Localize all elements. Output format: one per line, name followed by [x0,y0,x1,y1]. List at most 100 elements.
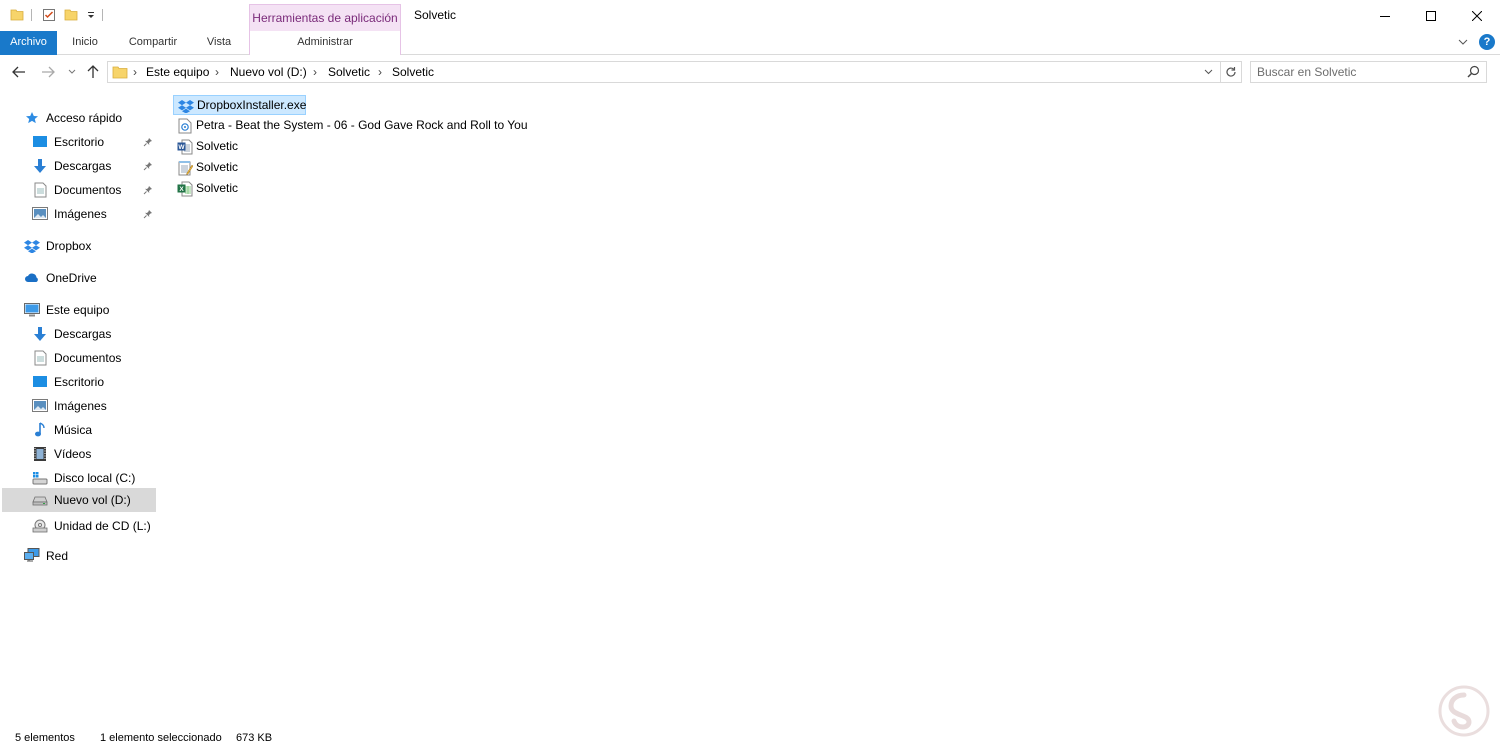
sidebar-item-label: Escritorio [54,134,105,149]
file-item-solvetic-excel[interactable]: X Solvetic [173,179,243,199]
forward-arrow-icon[interactable] [39,63,57,81]
breadcrumb-solvetic-current[interactable]: Solvetic [392,65,434,79]
recent-locations-chevron-icon[interactable] [63,63,81,81]
search-input[interactable] [1257,64,1457,80]
sidebar-item-este-equipo[interactable]: Este equipo [2,298,156,321]
pin-icon [142,184,154,196]
title-bar: Herramientas de aplicación Solvetic [0,0,1500,31]
cd-drive-icon [32,518,48,534]
sidebar-item-videos[interactable]: Vídeos [2,442,156,465]
sidebar-item-disco-local-c[interactable]: Disco local (C:) [2,466,156,489]
videos-icon [32,446,48,462]
search-box[interactable] [1250,61,1487,83]
sidebar-item-label: Acceso rápido [46,110,123,125]
minimize-button[interactable] [1362,0,1408,31]
windows-drive-icon [32,470,48,486]
address-history-chevron-icon[interactable] [1201,65,1215,79]
file-name: Solvetic [196,139,239,153]
breadcrumb-separator[interactable]: › [215,65,219,79]
sidebar-item-label: Documentos [54,350,122,365]
context-tools-label: Herramientas de aplicación [249,4,401,31]
sidebar-item-escritorio[interactable]: Escritorio [2,370,156,393]
sidebar-item-red[interactable]: Red [2,544,156,567]
pin-icon [142,208,154,220]
item-count: 5 elementos [15,732,75,744]
pin-icon [142,160,154,172]
file-name: DropboxInstaller.exe [197,98,307,112]
download-icon [32,326,48,342]
new-folder-icon[interactable] [62,6,80,24]
tab-compartir[interactable]: Compartir [113,31,193,55]
sidebar-item-label: Nuevo vol (D:) [54,493,131,507]
file-list: DropboxInstaller.exe Petra - Beat the Sy… [160,89,1500,729]
tab-inicio[interactable]: Inicio [57,31,113,55]
file-item-petra[interactable]: Petra - Beat the System - 06 - God Gave … [173,116,528,136]
folder-icon [112,65,128,82]
folder-icon [8,6,26,24]
drive-icon [32,492,48,508]
sidebar-item-imagenes[interactable]: Imágenes [2,394,156,417]
sidebar-item-label: Música [54,422,93,437]
pin-icon [142,136,154,148]
selection-count: 1 elemento seleccionado [100,732,222,744]
file-name: Petra - Beat the System - 06 - God Gave … [196,118,528,132]
sidebar-item-nuevo-vol-d[interactable]: Nuevo vol (D:) [2,488,156,512]
sidebar-item-acceso-rapido[interactable]: Acceso rápido [2,106,156,129]
file-name: Solvetic [196,160,239,174]
breadcrumb-separator[interactable]: › [378,65,382,79]
file-item-solvetic-notepad[interactable]: Solvetic [173,158,243,178]
desktop-icon [32,134,48,150]
sidebar-item-label: Disco local (C:) [54,470,136,485]
navigation-pane: Acceso rápido Escritorio Descargas Docum… [0,89,160,729]
help-icon[interactable]: ? [1479,34,1495,50]
excel-file-icon: X [177,181,193,197]
sidebar-item-dropbox[interactable]: Dropbox [2,234,156,257]
notepad-file-icon [177,160,193,176]
sidebar-item-documentos[interactable]: Documentos [2,346,156,369]
tab-administrar[interactable]: Administrar [249,31,401,55]
close-button[interactable] [1454,0,1500,31]
dropbox-icon [24,238,40,254]
file-item-solvetic-word[interactable]: W Solvetic [173,137,243,157]
dropbox-exe-icon [178,98,194,114]
sidebar-item-label: Descargas [54,158,112,173]
breadcrumb-nuevo-vol[interactable]: Nuevo vol (D:) [230,65,307,79]
breadcrumb-separator[interactable]: › [313,65,317,79]
file-item-dropboxinstaller[interactable]: DropboxInstaller.exe [173,95,306,115]
tab-archivo[interactable]: Archivo [0,31,57,55]
sidebar-item-musica[interactable]: Música [2,418,156,441]
properties-icon[interactable] [40,6,58,24]
tab-vista[interactable]: Vista [193,31,245,55]
sidebar-item-label: Documentos [54,182,122,197]
navigation-bar: › Este equipo › Nuevo vol (D:) › Solveti… [0,55,1500,89]
download-icon [32,158,48,174]
sidebar-item-unidad-cd-l[interactable]: Unidad de CD (L:) [2,514,156,537]
up-arrow-icon[interactable] [84,63,102,81]
customize-quick-access-icon[interactable] [82,6,100,24]
address-bar[interactable]: › Este equipo › Nuevo vol (D:) › Solveti… [107,61,1242,83]
breadcrumb-separator[interactable]: › [133,65,137,79]
back-arrow-icon[interactable] [10,63,28,81]
breadcrumb-este-equipo[interactable]: Este equipo [146,65,209,79]
sidebar-item-escritorio-quick[interactable]: Escritorio [2,130,156,153]
pictures-icon [32,398,48,414]
sidebar-item-label: Imágenes [54,398,107,413]
media-file-icon [177,118,193,134]
sidebar-item-onedrive[interactable]: OneDrive [2,266,156,289]
search-icon[interactable] [1467,65,1480,81]
sidebar-item-documentos-quick[interactable]: Documentos [2,178,156,201]
breadcrumb-solvetic[interactable]: Solvetic [328,65,370,79]
maximize-button[interactable] [1408,0,1454,31]
refresh-icon[interactable] [1220,62,1241,82]
documents-icon [32,182,48,198]
sidebar-item-imagenes-quick[interactable]: Imágenes [2,202,156,225]
sidebar-item-descargas-quick[interactable]: Descargas [2,154,156,177]
sidebar-item-label: Unidad de CD (L:) [54,518,151,533]
sidebar-item-label: Imágenes [54,206,107,221]
expand-ribbon-icon[interactable] [1456,35,1470,49]
network-icon [24,548,40,564]
sidebar-item-label: Este equipo [46,302,110,317]
sidebar-item-descargas[interactable]: Descargas [2,322,156,345]
sidebar-item-label: Descargas [54,326,112,341]
sidebar-item-label: Red [46,548,69,563]
